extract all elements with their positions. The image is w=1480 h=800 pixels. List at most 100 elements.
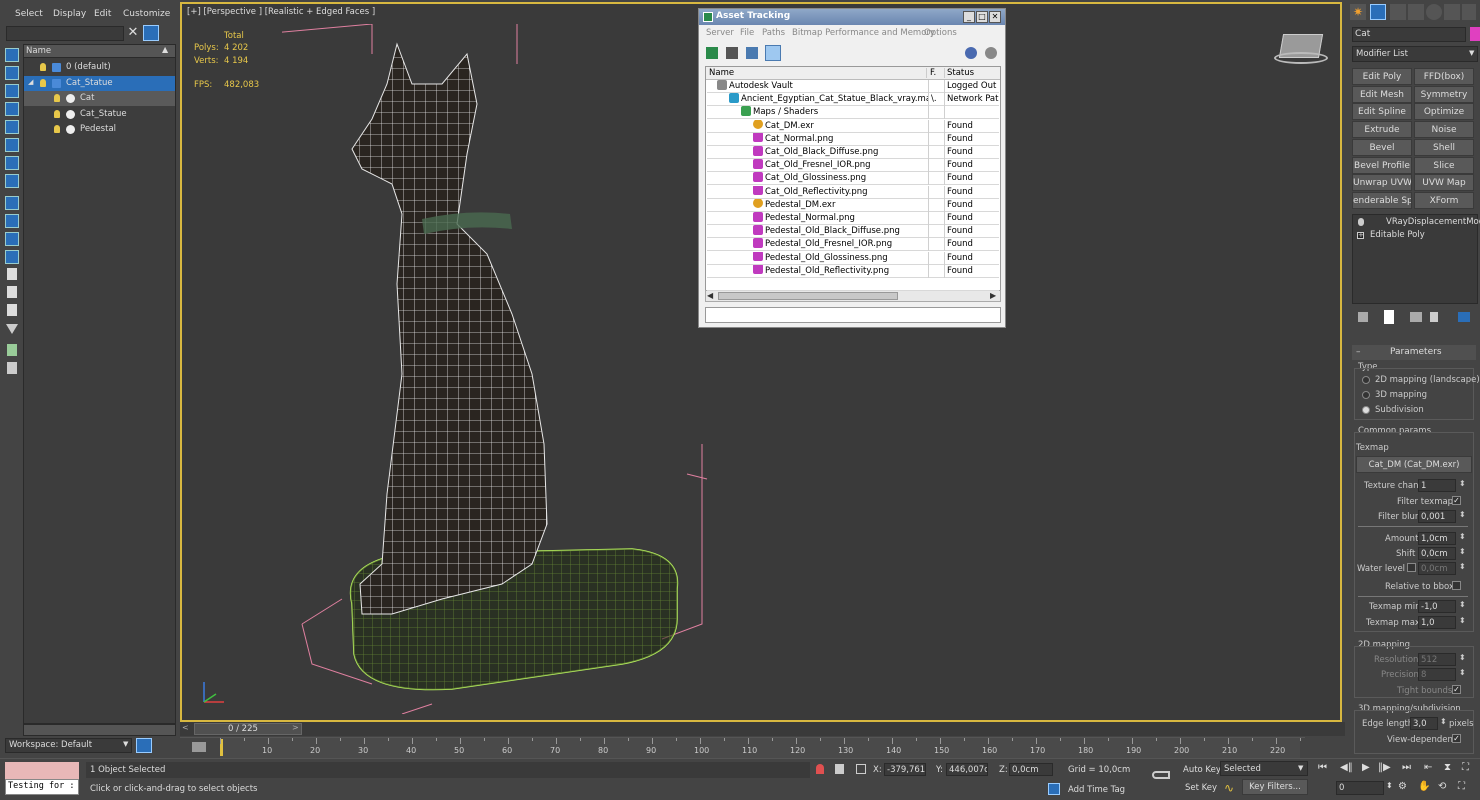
motion-tab-icon[interactable] [1408,4,1424,20]
lightbulb-icon[interactable] [54,125,60,133]
menu-display[interactable]: Display [53,9,86,19]
hierarchy-tab-icon[interactable] [1390,4,1406,20]
stack-item-editable-poly[interactable]: + Editable Poly [1354,230,1476,242]
scene-header[interactable]: Name ▲ [24,45,175,58]
asset-table-row[interactable]: Pedestal_Old_Fresnel_IOR.png Found [707,238,999,252]
scroll-left-icon[interactable]: ◀ [707,291,713,300]
resolution-input[interactable]: 512 [1418,653,1456,666]
set-key-button[interactable]: Set Key [1185,783,1217,793]
viewport-label[interactable]: [+] [Perspective ] [Realistic + Edged Fa… [187,7,375,17]
scroll-right-icon[interactable]: ▶ [990,291,996,300]
refresh-icon[interactable] [706,47,718,59]
asset-menu-options[interactable]: Options [924,28,957,38]
parameters-rollout-header[interactable]: – Parameters [1352,345,1476,360]
isolate-icon[interactable] [816,764,824,774]
modifier-button[interactable]: Symmetry [1414,85,1474,103]
modifier-button[interactable]: Slice [1414,156,1474,174]
toolbar-icon-8[interactable] [5,174,19,188]
time-slider-left-icon[interactable]: < [182,723,189,732]
toolbar-icon-16[interactable] [7,344,17,356]
modifier-button[interactable]: Edit Mesh [1352,85,1412,103]
filter-texmap-checkbox[interactable]: ✓ [1452,496,1461,505]
asset-menu-server[interactable]: Server [706,28,734,38]
asset-scrollbar[interactable]: ◀ ▶ [705,290,1001,302]
add-time-tag-label[interactable]: Add Time Tag [1068,785,1125,795]
maxscript-listener-top[interactable] [5,762,79,779]
column-status-header[interactable]: Status [947,68,974,78]
asset-table-row[interactable]: Cat_Old_Reflectivity.png Found [707,185,999,199]
asset-table-row[interactable]: Cat_Old_Black_Diffuse.png Found [707,146,999,159]
scene-item[interactable]: Cat_Statue [24,107,175,122]
object-color-swatch[interactable] [1470,27,1480,41]
texmap-button[interactable]: Cat_DM (Cat_DM.exr) [1356,456,1472,473]
table-view-icon[interactable] [765,45,781,61]
scene-item[interactable]: 0 (default) [24,60,175,75]
toolbar-icon-3[interactable] [5,84,19,98]
toolbar-icon-6[interactable] [5,138,19,152]
key-mode-dropdown[interactable]: Selected ▼ [1220,761,1308,776]
relative-bbox-checkbox[interactable] [1452,581,1461,590]
key-mode-toggle-icon[interactable]: ⇤ [1424,762,1432,773]
toolbar-icon-1[interactable] [5,48,19,62]
precision-input[interactable]: 8 [1418,668,1456,681]
time-configuration-icon[interactable]: ⚙ [1398,781,1407,792]
spinner-icon[interactable]: ⬍ [1459,547,1466,556]
modifier-button[interactable]: Edit Poly [1352,68,1412,85]
modifier-button[interactable]: Shell [1414,138,1474,156]
create-tab-icon[interactable]: ✷ [1350,4,1366,20]
spinner-icon[interactable]: ⬍ [1459,653,1466,662]
modifier-button[interactable]: Unwrap UVW [1352,174,1412,192]
add-time-tag-icon[interactable] [1048,783,1060,795]
zoom-extents-icon[interactable]: ⛶ [1462,762,1469,773]
toolbar-icon-17[interactable] [7,362,17,374]
lightbulb-icon[interactable] [54,94,60,102]
lightbulb-icon[interactable] [54,109,60,118]
texmap-min-input[interactable]: -1,0 [1418,600,1456,613]
modifier-button[interactable]: Extrude [1352,121,1412,139]
help-icon[interactable] [965,47,977,59]
set-keys-icon[interactable]: ∿ [1224,781,1238,795]
wrench-icon[interactable] [1462,4,1476,20]
maximize-viewport-icon[interactable]: ⛶ [1458,781,1465,792]
configure-icon[interactable] [1458,312,1470,322]
settings-icon[interactable] [985,47,997,59]
filter-blur-input[interactable]: 0,001 [1418,510,1456,523]
scene-item[interactable]: Cat [24,91,175,106]
modifier-list-dropdown[interactable]: Modifier List ▼ [1352,46,1478,62]
modify-tab-icon[interactable] [1370,4,1386,20]
tight-bounds-checkbox[interactable]: ✓ [1452,685,1461,694]
spinner-icon[interactable]: ⬍ [1459,479,1466,488]
close-button[interactable]: ✕ [989,11,1001,23]
water-level-checkbox[interactable] [1407,563,1416,572]
asset-table-row[interactable]: Pedestal_Normal.png Found [707,212,999,225]
lightbulb-icon[interactable] [1358,218,1364,226]
column-name-header[interactable]: Name [709,68,927,78]
menu-edit[interactable]: Edit [94,9,111,19]
spinner-icon[interactable]: ⬍ [1459,510,1466,519]
next-frame-icon[interactable]: ‖▶ [1378,762,1391,773]
asset-table-row[interactable]: Pedestal_Old_Reflectivity.png Found [707,264,999,278]
thumbnail-view-icon[interactable] [746,47,758,59]
radio-icon[interactable] [1362,406,1370,414]
mini-curve-icon[interactable] [192,742,206,752]
modifier-button[interactable]: enderable Splin [1352,191,1412,209]
toolbar-icon-4[interactable] [5,102,19,116]
x-coordinate-input[interactable]: -379,761cn [884,763,926,776]
workspace-dropdown[interactable]: Workspace: Default ▼ [5,738,132,753]
type-radio-option[interactable]: 2D mapping (landscape) [1362,375,1480,387]
current-frame-input[interactable]: 0 [1336,781,1384,795]
transform-mode-icon[interactable] [856,764,866,774]
maximize-button[interactable]: □ [976,11,988,23]
viewcube[interactable] [1274,34,1328,70]
asset-table-row[interactable]: Cat_DM.exr Found [707,119,999,133]
asset-table-row[interactable]: Cat_Normal.png Found [707,132,999,146]
toolbar-icon-14[interactable] [7,286,17,298]
toolbar-icon-11[interactable] [5,232,19,246]
type-radio-option[interactable]: 3D mapping [1362,390,1472,402]
toolbar-icon-9[interactable] [5,196,19,210]
view-dependent-checkbox[interactable]: ✓ [1452,734,1461,743]
pin-stack-icon[interactable] [1358,312,1368,322]
show-end-result-icon[interactable] [1384,310,1394,324]
scroll-thumb[interactable] [718,292,898,300]
maxscript-listener-input[interactable]: Testing for : [5,779,79,795]
